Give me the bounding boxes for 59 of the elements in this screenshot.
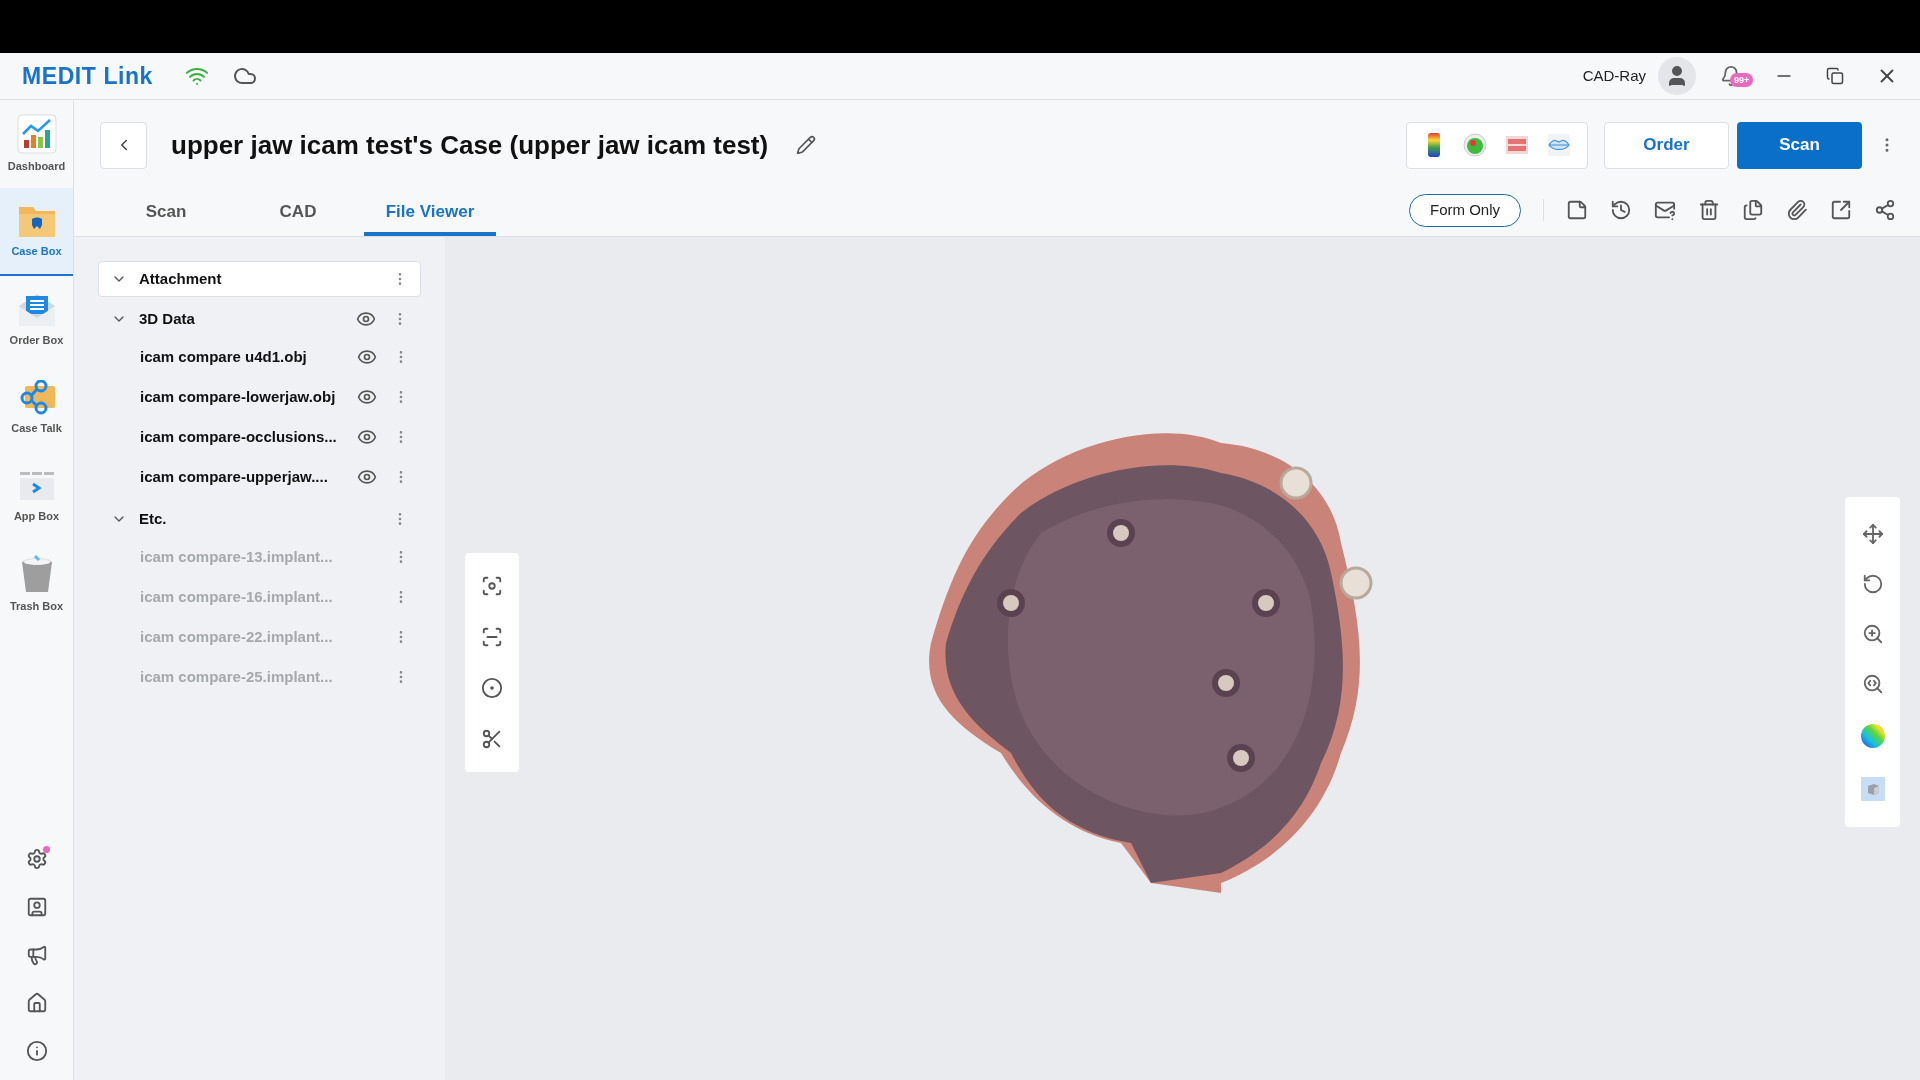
file-name[interactable]: icam compare-occlusions... — [140, 425, 357, 449]
order-button[interactable]: Order — [1604, 121, 1729, 169]
scan-frame-icon[interactable] — [481, 626, 503, 649]
sidebar-item[interactable]: Case Talk — [0, 364, 73, 452]
group-label: Attachment — [139, 268, 223, 289]
color-sphere-icon[interactable] — [1859, 723, 1886, 749]
lips-icon[interactable] — [1547, 133, 1571, 157]
group-label: Etc. — [139, 508, 168, 529]
tab[interactable]: CAD — [232, 192, 364, 236]
tree-group-row[interactable]: Etc. — [98, 501, 421, 537]
cube-icon[interactable] — [1860, 777, 1885, 801]
app-logo: MEDIT Link — [22, 61, 153, 91]
paperclip-icon[interactable] — [1786, 199, 1808, 221]
scissors-icon[interactable] — [481, 727, 503, 750]
contact-folder-icon[interactable] — [25, 896, 48, 918]
file-name[interactable]: icam compare-upperjaw.... — [140, 465, 357, 489]
sidebar-item[interactable]: Case Box — [0, 188, 73, 276]
file-name[interactable]: icam compare u4d1.obj — [140, 345, 357, 369]
sidebar-item[interactable]: Dashboard — [0, 100, 73, 188]
notification-badge: 99+ — [1730, 73, 1754, 87]
note-icon[interactable] — [1566, 199, 1588, 221]
tree-group-row[interactable]: 3D Data — [98, 301, 421, 337]
envelope-icon — [16, 291, 57, 328]
chart-icon — [16, 113, 57, 154]
case-title: upper jaw icam test's Case (upper jaw icam test) — [171, 128, 769, 162]
eye-icon[interactable] — [357, 387, 377, 407]
pan-icon[interactable] — [1861, 523, 1884, 545]
mail-question-icon[interactable] — [1654, 199, 1676, 221]
sidebar-item[interactable]: App Box — [0, 452, 73, 540]
sidebar-item[interactable]: Trash Box — [0, 540, 73, 628]
form-only-button[interactable]: Form Only — [1409, 193, 1521, 227]
file-name[interactable]: icam compare-lowerjaw.obj — [140, 385, 357, 409]
user-name: CAD-Ray — [1582, 65, 1646, 86]
copy-icon[interactable] — [1742, 199, 1764, 221]
tooth-map-icon[interactable] — [1463, 133, 1487, 157]
scan-button[interactable]: Scan — [1737, 121, 1862, 169]
3d-viewport[interactable] — [445, 237, 1920, 1080]
home-icon[interactable] — [25, 992, 48, 1014]
eye-icon[interactable] — [357, 427, 377, 447]
share-icon[interactable] — [1874, 199, 1896, 221]
megaphone-icon[interactable] — [25, 944, 48, 966]
avatar[interactable] — [1658, 57, 1696, 95]
history-icon[interactable] — [1610, 199, 1632, 221]
group-label: 3D Data — [139, 308, 196, 329]
edit-icon[interactable] — [796, 135, 817, 155]
settings-icon[interactable] — [25, 848, 48, 870]
external-link-icon[interactable] — [1830, 199, 1852, 221]
trash-icon[interactable] — [1698, 199, 1720, 221]
rotate-icon[interactable] — [1861, 573, 1884, 595]
info-icon[interactable] — [25, 1040, 48, 1062]
tab[interactable]: Scan — [100, 192, 232, 236]
zoom-in-icon[interactable] — [1861, 623, 1884, 645]
fit-view-icon[interactable] — [481, 575, 503, 598]
tree-group-row[interactable]: Attachment — [98, 261, 421, 297]
sidebar-item[interactable]: Order Box — [0, 276, 73, 364]
restore-icon[interactable] — [1826, 67, 1844, 85]
eye-icon[interactable] — [357, 347, 377, 367]
eye-icon[interactable] — [357, 467, 377, 487]
eye-icon[interactable] — [356, 309, 376, 329]
